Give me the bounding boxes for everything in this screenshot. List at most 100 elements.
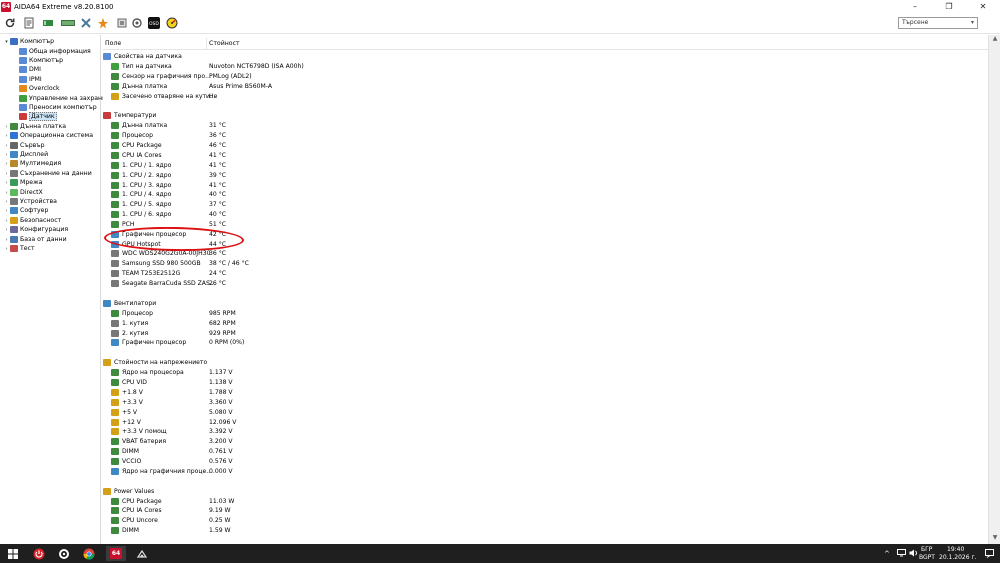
table-row[interactable]: TEAM T253E2512G 24 °C <box>103 269 503 279</box>
table-row[interactable]: 1. кутия 682 RPM <box>103 319 503 329</box>
table-row[interactable]: VCCIO 0.576 V <box>103 457 503 467</box>
tree-item[interactable]: › Устройства <box>3 197 57 206</box>
column-header-value[interactable]: Стойност <box>209 40 240 47</box>
group-header-row[interactable]: Стойности на напрежението <box>103 358 503 368</box>
network-tray-icon[interactable] <box>897 549 906 559</box>
table-row[interactable]: Дънна платка 31 °C <box>103 121 503 131</box>
table-row[interactable]: CPU Package 11.03 W <box>103 497 503 507</box>
table-row[interactable]: Ядро на графичния проце... 0.000 V <box>103 467 503 477</box>
search-dropdown-icon[interactable]: ▾ <box>971 19 974 26</box>
volume-icon[interactable] <box>909 549 918 559</box>
tray-chevron-icon[interactable]: ^ <box>884 550 890 558</box>
tree-item[interactable]: › Дисплей <box>3 150 48 159</box>
tree-expander-icon[interactable]: › <box>3 246 10 252</box>
table-row[interactable]: Сензор на графичния про... PMLog (ADL2) <box>103 72 503 82</box>
group-header-row[interactable]: Температури <box>103 111 503 121</box>
keyboard-language-secondary[interactable]: BGPT <box>919 554 935 561</box>
keyboard-language-primary[interactable]: БГР <box>921 546 932 553</box>
table-row[interactable]: WDC WDS240G2G0A-00JH30 36 °C <box>103 249 503 259</box>
table-row[interactable]: 1. CPU / 2. ядро 39 °C <box>103 171 503 181</box>
tree-expander-icon[interactable]: › <box>3 199 10 205</box>
report-icon[interactable] <box>23 17 35 29</box>
table-row[interactable]: Samsung SSD 980 500GB 38 °C / 46 °C <box>103 259 503 269</box>
network-icon[interactable] <box>80 17 92 29</box>
tree-item[interactable]: › Дънна платка <box>3 122 66 131</box>
table-row[interactable]: CPU IA Cores 9.19 W <box>103 506 503 516</box>
osd-icon[interactable]: OSD <box>148 17 160 29</box>
table-row[interactable]: CPU Uncore 0.25 W <box>103 516 503 526</box>
app-launcher-icon[interactable] <box>134 546 150 561</box>
table-row[interactable]: CPU Package 46 °C <box>103 141 503 151</box>
search-input[interactable]: Търсене <box>898 17 978 29</box>
tree-item[interactable]: › Сървър <box>3 141 45 150</box>
table-row[interactable]: CPU IA Cores 41 °C <box>103 151 503 161</box>
tree-item[interactable]: Компютър <box>12 56 63 65</box>
table-row[interactable]: 1. CPU / 1. ядро 41 °C <box>103 161 503 171</box>
tree-expander-icon[interactable]: › <box>3 171 10 177</box>
scroll-down-icon[interactable]: ▼ <box>989 534 1000 544</box>
hardware-icon[interactable] <box>131 17 143 29</box>
tree-expander-icon[interactable]: › <box>3 218 10 224</box>
table-row[interactable]: 1. CPU / 3. ядро 41 °C <box>103 181 503 191</box>
tree-item[interactable]: › DirectX <box>3 188 43 197</box>
table-row[interactable]: VBAT батерия 3.200 V <box>103 437 503 447</box>
tree-expander-icon[interactable]: › <box>3 161 10 167</box>
notification-icon[interactable] <box>985 549 994 560</box>
tree-item[interactable]: DMI <box>12 65 41 74</box>
table-row[interactable]: DIMM 1.59 W <box>103 526 503 536</box>
tree-expander-icon[interactable]: › <box>3 124 10 130</box>
chrome-icon[interactable] <box>81 546 97 561</box>
tools-icon[interactable] <box>116 17 128 29</box>
tree-item[interactable]: › Софтуер <box>3 206 48 215</box>
bios-update-icon[interactable] <box>42 17 54 29</box>
table-row[interactable]: DIMM 0.761 V <box>103 447 503 457</box>
windows-start-icon[interactable] <box>5 546 21 561</box>
benchmark-icon[interactable] <box>97 17 109 29</box>
table-row[interactable]: 1. CPU / 6. ядро 40 °C <box>103 210 503 220</box>
tree-item[interactable]: › Съхранение на данни <box>3 169 92 178</box>
group-header-row[interactable]: Свойства на датчика <box>103 52 503 62</box>
tree-item[interactable]: › Тест <box>3 244 35 253</box>
tree-expander-icon[interactable]: › <box>3 143 10 149</box>
scroll-up-icon[interactable]: ▲ <box>989 35 1000 45</box>
table-row[interactable]: 1. CPU / 5. ядро 37 °C <box>103 200 503 210</box>
tree-expander-icon[interactable]: › <box>3 152 10 158</box>
table-row[interactable]: CPU VID 1.138 V <box>103 378 503 388</box>
table-row[interactable]: +1.8 V 1.788 V <box>103 388 503 398</box>
refresh-icon[interactable] <box>4 17 16 29</box>
tree-expander-icon[interactable]: › <box>3 237 10 243</box>
tree-item[interactable]: › Безопасност <box>3 216 61 225</box>
group-header-row[interactable]: Power Values <box>103 487 503 497</box>
aida64-taskbar-button[interactable]: 64 <box>106 546 126 561</box>
driver-update-icon[interactable] <box>61 17 75 29</box>
table-row[interactable]: Дънна платка Asus Prime B560M-A <box>103 82 503 92</box>
clock-date[interactable]: 20.1.2026 г. <box>939 554 977 561</box>
tree-expander-icon[interactable]: › <box>3 227 10 233</box>
table-row[interactable]: +5 V 5.080 V <box>103 408 503 418</box>
tree-expander-icon[interactable]: › <box>3 208 10 214</box>
tree-expander-icon[interactable]: › <box>3 190 10 196</box>
tree-expander-icon[interactable]: ▾ <box>3 39 10 45</box>
tree-item[interactable]: › Мрежа <box>3 178 42 187</box>
table-row[interactable]: Seagate BarraCuda SSD ZAS... 26 °C <box>103 279 503 289</box>
table-row[interactable]: +3.3 V 3.360 V <box>103 398 503 408</box>
table-row[interactable]: Процесор 985 RPM <box>103 309 503 319</box>
tree-item[interactable]: ▾ Компютър <box>3 37 54 46</box>
table-row[interactable]: Тип на датчика Nuvoton NCT6798D (ISA A00h… <box>103 62 503 72</box>
close-button[interactable]: ✕ <box>966 0 1000 13</box>
tree-item[interactable]: › Операционна система <box>3 131 93 140</box>
table-row[interactable]: 2. кутия 929 RPM <box>103 329 503 339</box>
tree-item[interactable]: › Конфигурация <box>3 225 68 234</box>
table-row[interactable]: +12 V 12.096 V <box>103 418 503 428</box>
table-row[interactable]: +3.3 V помощ 3.392 V <box>103 427 503 437</box>
clock-time[interactable]: 19:40 <box>947 546 964 553</box>
group-header-row[interactable]: Вентилатори <box>103 299 503 309</box>
column-header-field[interactable]: Поле <box>105 40 121 47</box>
table-row[interactable]: Засечено отваряне на кути... Не <box>103 92 503 102</box>
power-app-icon[interactable] <box>31 546 47 561</box>
tree-item[interactable]: › Мултимедия <box>3 159 61 168</box>
gauge-icon[interactable] <box>166 17 178 29</box>
table-row[interactable]: Графичен процесор 0 RPM (0%) <box>103 338 503 348</box>
tree-expander-icon[interactable]: › <box>3 180 10 186</box>
tree-item[interactable]: › База от данни <box>3 235 67 244</box>
